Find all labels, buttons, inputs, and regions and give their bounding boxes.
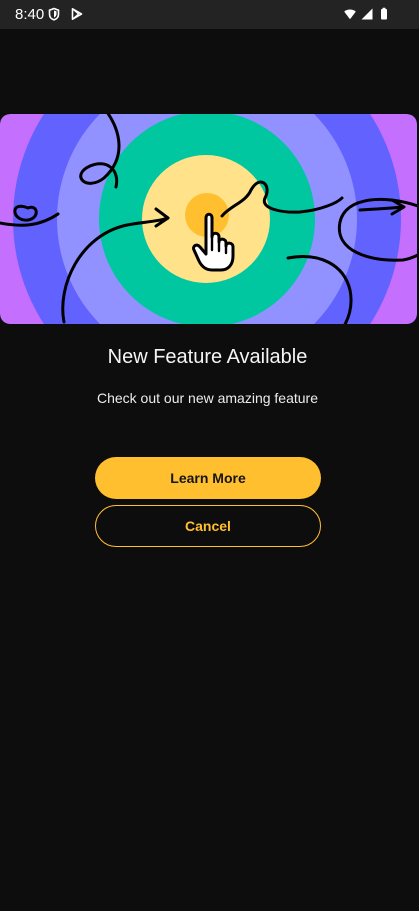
feature-illustration [0,114,417,324]
tap-target-illustration [0,114,417,324]
app-screen: 8:40 New Feature Available Check out our… [0,0,419,911]
play-store-icon [71,8,83,20]
signal-icon [361,8,373,20]
wifi-icon [344,9,356,20]
shield-icon [48,7,60,21]
navigation-bar [0,864,419,911]
learn-more-button[interactable]: Learn More [95,457,321,499]
status-bar: 8:40 [0,0,419,29]
status-time: 8:40 [15,6,45,23]
feature-title: New Feature Available [107,346,308,368]
cancel-button[interactable]: Cancel [95,505,321,547]
battery-icon [381,7,387,20]
feature-subtitle: Check out our new amazing feature [96,390,318,406]
